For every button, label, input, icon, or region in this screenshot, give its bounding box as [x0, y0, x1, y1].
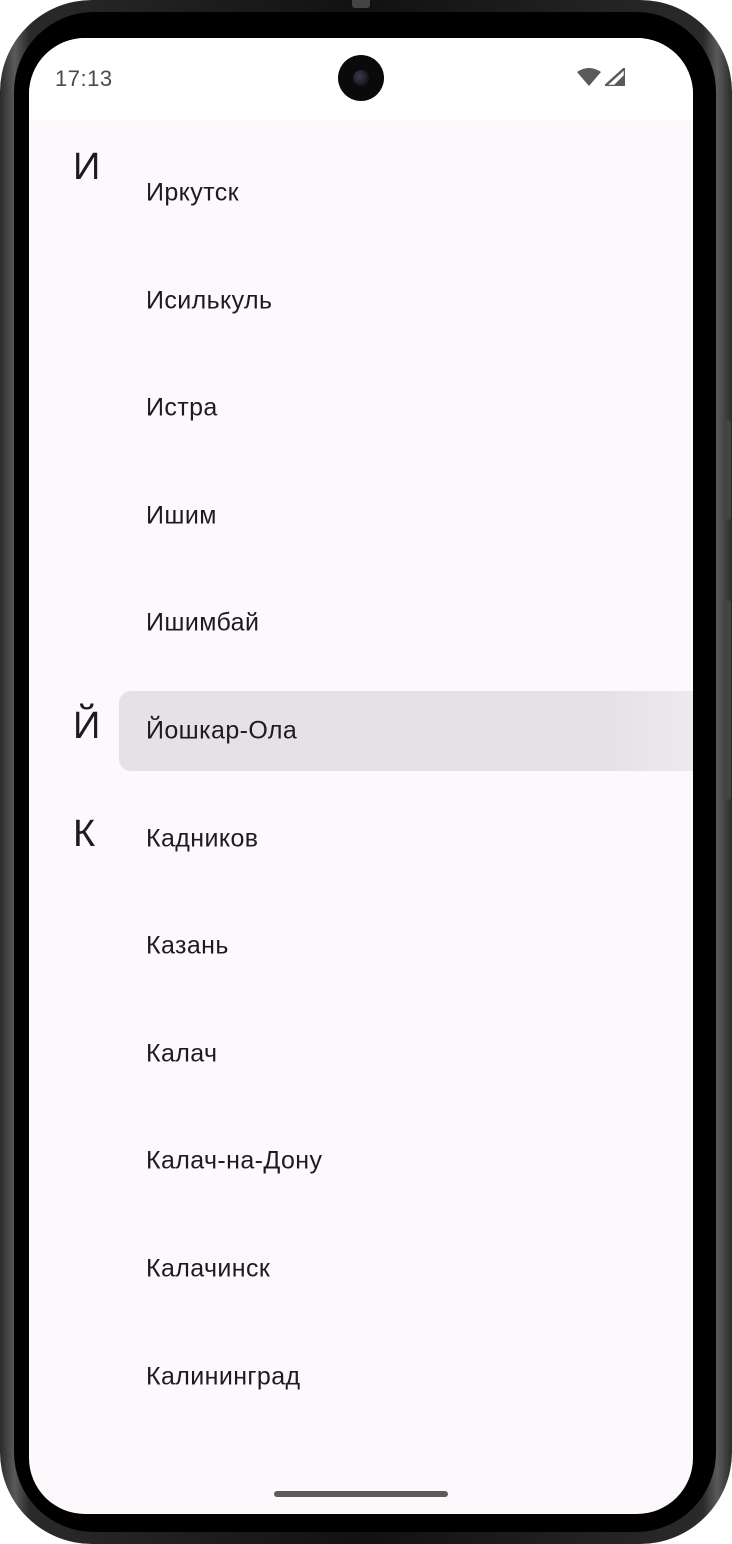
list-item-label: Йошкар-Ола	[146, 716, 298, 745]
list-item-label: Казань	[146, 931, 229, 960]
list-item[interactable]: Ишим	[119, 476, 693, 556]
phone-volume-button	[723, 420, 731, 520]
list-item-label: Иркутск	[146, 178, 239, 207]
list-item[interactable]: Ишимбай	[119, 583, 693, 663]
wifi-icon	[577, 68, 601, 91]
list-item-label: Калачинск	[146, 1254, 271, 1283]
list-item-label: Калач-на-Дону	[146, 1146, 323, 1175]
list-item-label: Ишимбай	[146, 608, 260, 637]
list-item[interactable]: Истра	[119, 368, 693, 448]
list-item-label: Калач	[146, 1039, 218, 1068]
list-item[interactable]: Кадников	[119, 799, 693, 879]
list-item-label: Калининград	[146, 1362, 301, 1391]
list-item[interactable]: Калининград	[119, 1337, 693, 1417]
phone-frame: 17:13 И Иркутск Исилькуль Истра Ишим Ишимб	[0, 0, 732, 1544]
section-letter: К	[73, 812, 96, 855]
list-item[interactable]: Исилькуль	[119, 261, 693, 341]
list-item[interactable]: Иркутск	[119, 153, 693, 233]
list-item-label: Исилькуль	[146, 286, 273, 315]
list-item[interactable]: Калач-на-Дону	[119, 1121, 693, 1201]
home-indicator[interactable]	[274, 1491, 448, 1497]
phone-power-button	[723, 600, 731, 800]
list-item[interactable]: Калач	[119, 1014, 693, 1094]
list-item[interactable]: Калачинск	[119, 1229, 693, 1309]
section-letter: И	[73, 146, 101, 188]
front-camera	[338, 55, 384, 101]
list-item[interactable]: Йошкар-Ола	[119, 691, 693, 771]
list-item[interactable]: Казань	[119, 906, 693, 986]
list-item-label: Ишим	[146, 501, 217, 530]
section-letter: Й	[73, 705, 101, 747]
status-bar: 17:13	[29, 38, 693, 120]
list-item-label: Истра	[146, 393, 218, 422]
signal-icon	[601, 65, 627, 91]
status-time: 17:13	[55, 66, 113, 91]
phone-top-nub	[352, 0, 370, 8]
list-item-label: Кадников	[146, 824, 259, 853]
screen: 17:13 И Иркутск Исилькуль Истра Ишим Ишимб	[29, 38, 693, 1514]
status-icons	[577, 65, 627, 91]
